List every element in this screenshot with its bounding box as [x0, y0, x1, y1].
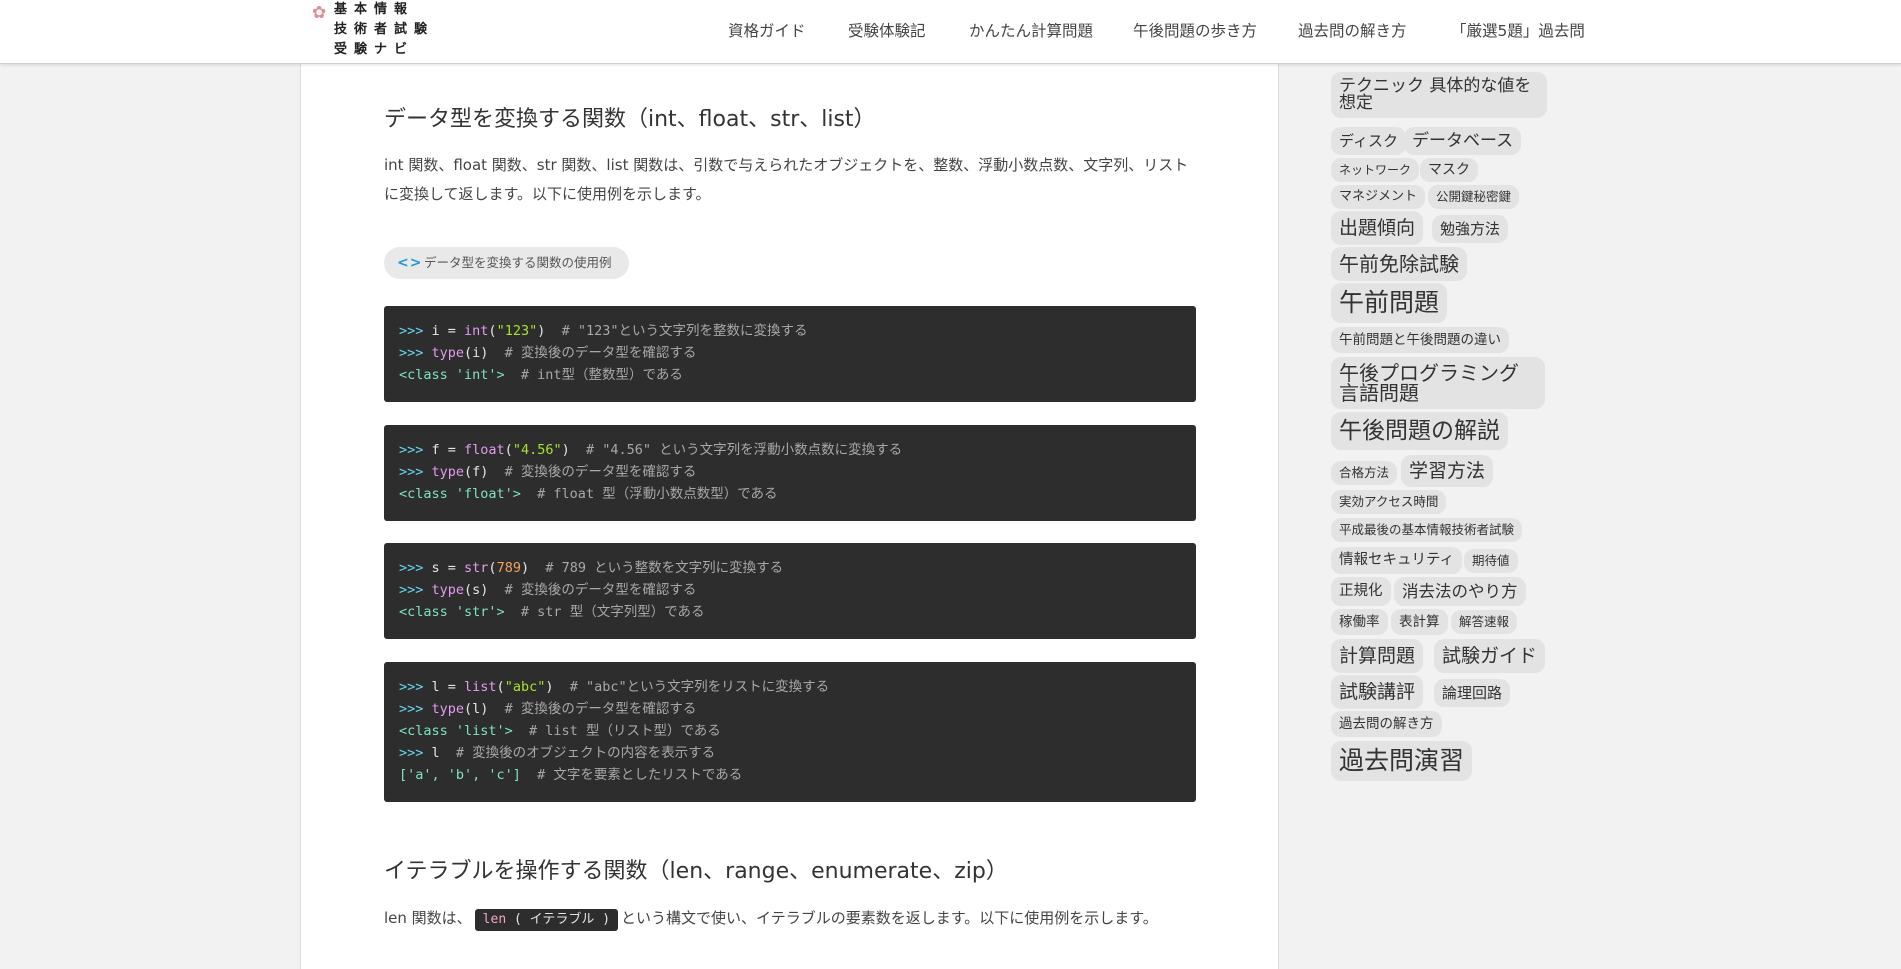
tag-item[interactable]: 午前問題と午後問題の違い [1331, 327, 1509, 353]
nav-item-calculation[interactable]: かんたん計算問題 [969, 20, 1093, 42]
tag-item[interactable]: 平成最後の基本情報技術者試験 [1331, 518, 1523, 542]
tag-item[interactable]: 計算問題 [1331, 639, 1424, 673]
tag-item[interactable]: 過去問演習 [1331, 741, 1473, 781]
nav-item-selected-5[interactable]: 「厳選5題」過去問 [1451, 20, 1585, 42]
code-line: <class 'str'> # str 型（文字列型）である [399, 604, 705, 620]
tag-item[interactable]: 情報セキュリティ [1331, 547, 1463, 574]
site-header: ✿ 基本情報 技術者試験 受験ナビ 資格ガイド 受験体験記 かんたん計算問題 午… [0, 0, 1901, 64]
nav-item-experience[interactable]: 受験体験記 [848, 20, 926, 42]
logo-line-1: 基本情報 [334, 2, 415, 17]
code-block-list[interactable]: >>> l = list("abc") # "abc"という文字列をリストに変換… [384, 662, 1196, 802]
tag-item[interactable]: 午後問題の解説 [1331, 412, 1508, 450]
code-line: >>> i = int("123") # "123"という文字列を整数に変換する [399, 323, 808, 339]
tag-item[interactable]: 試験ガイド [1434, 639, 1546, 673]
nav-item-past-exam[interactable]: 過去問の解き方 [1298, 20, 1407, 42]
flower-icon: ✿ [312, 3, 327, 23]
code-block-int[interactable]: >>> i = int("123") # "123"という文字列を整数に変換する… [384, 306, 1196, 402]
code-line: >>> l = list("abc") # "abc"という文字列をリストに変換… [399, 679, 830, 695]
tag-item[interactable]: 表計算 [1391, 609, 1448, 635]
tag-item[interactable]: ネットワーク [1331, 158, 1420, 182]
code-line: >>> s = str(789) # 789 という整数を文字列に変換する [399, 560, 784, 576]
code-block-str[interactable]: >>> s = str(789) # 789 という整数を文字列に変換する >>>… [384, 543, 1196, 639]
code-line: ['a', 'b', 'c'] # 文字を要素としたリストである [399, 767, 743, 783]
code-icon: <> [397, 255, 423, 271]
tag-item[interactable]: 公開鍵秘密鍵 [1428, 185, 1520, 209]
tag-item[interactable]: ディスク [1331, 127, 1406, 155]
tag-item[interactable]: データベース [1404, 127, 1522, 155]
code-line: >>> l # 変換後のオブジェクトの内容を表示する [399, 745, 716, 761]
code-line: >>> type(i) # 変換後のデータ型を確認する [399, 345, 697, 361]
tag-item[interactable]: 午前問題 [1331, 283, 1448, 323]
tag-item[interactable]: 出題傾向 [1331, 211, 1424, 245]
section-heading-type-conversion: データ型を変換する関数（int、float、str、list） [384, 107, 876, 132]
logo-line-3: 受験ナビ [334, 42, 415, 57]
section-heading-iterable: イテラブルを操作する関数（len、range、enumerate、zip） [384, 859, 1008, 884]
tag-item[interactable]: 期待値 [1464, 549, 1518, 573]
inline-code-func: len [482, 912, 507, 927]
tag-item[interactable]: 学習方法 [1401, 455, 1494, 487]
tag-item[interactable]: 合格方法 [1331, 461, 1398, 485]
tag-item[interactable]: マスク [1420, 158, 1478, 182]
tag-item[interactable]: 解答速報 [1451, 610, 1518, 634]
tag-cloud: テクニック 具体的な値を想定 ディスク データベース ネットワーク マスク マネ… [1331, 47, 1561, 969]
code-line: <class 'list'> # list 型（リスト型）である [399, 723, 721, 739]
tag-item[interactable]: 稼働率 [1331, 609, 1388, 635]
code-line: >>> type(s) # 変換後のデータ型を確認する [399, 582, 697, 598]
para-text-after: という構文で使い、イテラブルの要素数を返します。以下に使用例を示します。 [621, 909, 1158, 927]
inline-code-len: len ( イテラブル ) [474, 909, 619, 931]
code-line: >>> type(l) # 変換後のデータ型を確認する [399, 701, 697, 717]
code-line: >>> type(f) # 変換後のデータ型を確認する [399, 464, 697, 480]
tag-item[interactable]: 午前免除試験 [1331, 247, 1467, 281]
code-line: >>> f = float("4.56") # "4.56" という文字列を浮動… [399, 442, 903, 458]
section-paragraph-type-conversion: int 関数、float 関数、str 関数、list 関数は、引数で与えられた… [384, 156, 1189, 203]
tag-item[interactable]: 実効アクセス時間 [1331, 490, 1447, 514]
tag-item[interactable]: 消去法のやり方 [1394, 577, 1526, 606]
code-label: <> データ型を変換する関数の使用例 [384, 247, 629, 279]
site-logo[interactable]: ✿ 基本情報 技術者試験 受験ナビ [312, 2, 427, 62]
logo-line-2: 技術者試験 [334, 22, 435, 37]
para-text-before: len 関数は、 [384, 909, 472, 927]
tag-item[interactable]: 正規化 [1331, 577, 1391, 606]
tag-item[interactable]: 午後プログラミング言語問題 [1331, 357, 1545, 409]
code-line: <class 'int'> # int型（整数型）である [399, 367, 683, 383]
code-label-text: データ型を変換する関数の使用例 [424, 255, 612, 270]
article-main: データ型を変換する関数（int、float、str、list） int 関数、f… [300, 63, 1279, 969]
nav-item-afternoon[interactable]: 午後問題の歩き方 [1133, 20, 1257, 42]
tag-item[interactable]: 試験講評 [1331, 675, 1424, 709]
tag-item[interactable]: 論理回路 [1434, 679, 1511, 707]
code-block-float[interactable]: >>> f = float("4.56") # "4.56" という文字列を浮動… [384, 425, 1196, 521]
tag-item[interactable]: 過去問の解き方 [1331, 711, 1442, 737]
section-paragraph-len: len 関数は、 len ( イテラブル ) という構文で使い、イテラブルの要素数を… [384, 904, 1196, 933]
nav-item-guide[interactable]: 資格ガイド [728, 20, 806, 42]
tag-item[interactable]: マネジメント [1331, 185, 1426, 209]
tag-item[interactable]: 勉強方法 [1432, 215, 1509, 243]
tag-item[interactable]: テクニック 具体的な値を想定 [1331, 72, 1547, 118]
inline-code-args: ( イテラブル ) [506, 912, 611, 927]
code-line: <class 'float'> # float 型（浮動小数点数型）である [399, 486, 778, 502]
